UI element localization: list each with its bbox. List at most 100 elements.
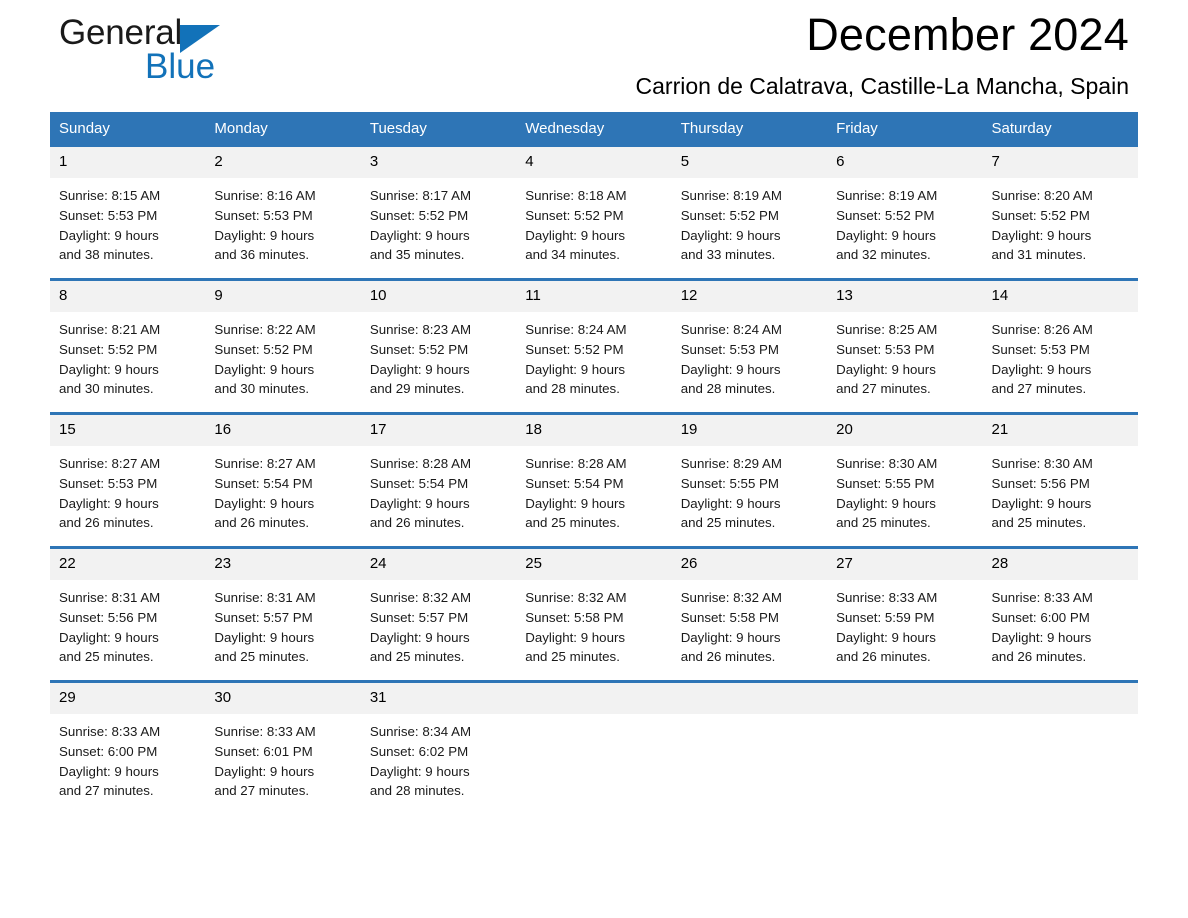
day-details: Sunrise: 8:24 AM Sunset: 5:53 PM Daylight:… (672, 312, 827, 399)
daylight-text-line1: Daylight: 9 hours (369, 629, 470, 645)
day-number: 8 (50, 281, 206, 312)
daylight-text-line1: Daylight: 9 hours (991, 227, 1092, 243)
day-cell[interactable]: 3 Sunrise: 8:17 AM Sunset: 5:52 PM Daylight… (360, 147, 517, 280)
day-cell[interactable]: 1 Sunrise: 8:15 AM Sunset: 5:53 PM Daylight… (50, 147, 206, 280)
day-cell[interactable]: 4 Sunrise: 8:18 AM Sunset: 5:52 PM Daylight… (516, 147, 672, 280)
day-cell[interactable]: 24 Sunrise: 8:32 AM Sunset: 5:57 PM Dayligh… (360, 546, 517, 682)
day-number: 29 (50, 683, 206, 714)
sunset-text: Sunset: 5:52 PM (369, 207, 469, 223)
day-details: Sunrise: 8:33 AM Sunset: 6:00 PM Daylight:… (50, 714, 205, 801)
day-number: 3 (360, 147, 517, 178)
weekday-header-wednesday: Wednesday (516, 112, 672, 147)
day-details: Sunrise: 8:20 AM Sunset: 5:52 PM Daylight:… (983, 178, 1138, 265)
day-number: 12 (671, 281, 828, 312)
daylight-text-line1: Daylight: 9 hours (991, 629, 1092, 645)
sunset-text: Sunset: 5:58 PM (525, 609, 624, 625)
daylight-text-line1: Daylight: 9 hours (680, 629, 781, 645)
day-cell[interactable]: 17 Sunrise: 8:28 AM Sunset: 5:54 PM Dayligh… (360, 412, 517, 548)
day-cell[interactable]: 11 Sunrise: 8:24 AM Sunset: 5:52 PM Dayligh… (516, 278, 672, 414)
weekday-header-monday: Monday (205, 112, 361, 147)
daylight-text-line2: and 31 minutes. (991, 247, 1087, 263)
day-number (516, 683, 672, 714)
day-cell[interactable]: 2 Sunrise: 8:16 AM Sunset: 5:53 PM Daylight… (205, 147, 361, 280)
sunset-text: Sunset: 5:52 PM (991, 207, 1090, 223)
daylight-text-line2: and 26 minutes. (991, 649, 1087, 665)
daylight-text-line1: Daylight: 9 hours (991, 361, 1092, 377)
day-cell[interactable]: 28 Sunrise: 8:33 AM Sunset: 6:00 PM Dayligh… (982, 546, 1138, 682)
day-cell[interactable]: 5 Sunrise: 8:19 AM Sunset: 5:52 PM Daylight… (671, 147, 828, 280)
day-cell[interactable]: 22 Sunrise: 8:31 AM Sunset: 5:56 PM Dayligh… (50, 546, 206, 682)
day-cell[interactable]: 31 Sunrise: 8:34 AM Sunset: 6:02 PM Dayligh… (360, 680, 517, 814)
day-number: 14 (982, 281, 1138, 312)
day-details: Sunrise: 8:33 AM Sunset: 6:01 PM Daylight:… (205, 714, 360, 801)
day-details: Sunrise: 8:33 AM Sunset: 6:00 PM Daylight:… (983, 580, 1138, 667)
day-cell[interactable]: 8 Sunrise: 8:21 AM Sunset: 5:52 PM Daylight… (50, 278, 206, 414)
day-cell-empty (982, 680, 1138, 814)
weekday-header-sunday: Sunday (50, 112, 206, 147)
day-cell[interactable]: 6 Sunrise: 8:19 AM Sunset: 5:52 PM Daylight… (827, 147, 983, 280)
day-cell[interactable]: 9 Sunrise: 8:22 AM Sunset: 5:52 PM Daylight… (205, 278, 361, 414)
sunrise-text: Sunrise: 8:31 AM (214, 590, 316, 605)
daylight-text-line2: and 28 minutes. (680, 381, 776, 397)
day-cell[interactable]: 7 Sunrise: 8:20 AM Sunset: 5:52 PM Daylight… (982, 147, 1138, 280)
sunset-text: Sunset: 5:52 PM (525, 207, 624, 223)
day-cell[interactable]: 16 Sunrise: 8:27 AM Sunset: 5:54 PM Dayligh… (205, 412, 361, 548)
day-cell[interactable]: 10 Sunrise: 8:23 AM Sunset: 5:52 PM Dayligh… (360, 278, 517, 414)
page-title: December 2024 (806, 9, 1129, 60)
sunrise-text: Sunrise: 8:34 AM (369, 724, 472, 739)
sunrise-text: Sunrise: 8:19 AM (836, 188, 938, 203)
day-cell[interactable]: 21 Sunrise: 8:30 AM Sunset: 5:56 PM Dayligh… (982, 412, 1138, 548)
daylight-text-line2: and 30 minutes. (214, 381, 310, 397)
daylight-text-line2: and 26 minutes. (836, 649, 931, 665)
day-details: Sunrise: 8:33 AM Sunset: 5:59 PM Daylight:… (827, 580, 982, 667)
title-block: December 2024 Carrion de Calatrava, Cast… (636, 6, 1129, 102)
sunset-text: Sunset: 5:52 PM (525, 341, 624, 357)
sunrise-text: Sunrise: 8:33 AM (836, 590, 938, 605)
day-cell[interactable]: 12 Sunrise: 8:24 AM Sunset: 5:53 PM Dayligh… (671, 278, 828, 414)
daylight-text-line2: and 27 minutes. (214, 783, 310, 799)
triangle-icon (180, 25, 221, 53)
daylight-text-line1: Daylight: 9 hours (59, 763, 159, 779)
day-cell[interactable]: 26 Sunrise: 8:32 AM Sunset: 5:58 PM Dayligh… (671, 546, 828, 682)
day-cell[interactable]: 14 Sunrise: 8:26 AM Sunset: 5:53 PM Dayligh… (982, 278, 1138, 414)
day-cell[interactable]: 30 Sunrise: 8:33 AM Sunset: 6:01 PM Dayligh… (205, 680, 361, 814)
day-cell[interactable]: 13 Sunrise: 8:25 AM Sunset: 5:53 PM Dayligh… (827, 278, 983, 414)
sunset-text: Sunset: 5:55 PM (836, 475, 935, 491)
day-number: 13 (827, 281, 983, 312)
day-cell[interactable]: 29 Sunrise: 8:33 AM Sunset: 6:00 PM Dayligh… (50, 680, 206, 814)
day-cell[interactable]: 25 Sunrise: 8:32 AM Sunset: 5:58 PM Dayligh… (516, 546, 672, 682)
sunset-text: Sunset: 5:53 PM (214, 207, 313, 223)
day-cell[interactable]: 18 Sunrise: 8:28 AM Sunset: 5:54 PM Dayligh… (516, 412, 672, 548)
logo-top-row: General (59, 12, 359, 54)
daylight-text-line1: Daylight: 9 hours (836, 227, 936, 243)
day-details: Sunrise: 8:29 AM Sunset: 5:55 PM Daylight:… (672, 446, 827, 533)
day-cell[interactable]: 23 Sunrise: 8:31 AM Sunset: 5:57 PM Dayligh… (205, 546, 361, 682)
day-number: 9 (205, 281, 361, 312)
page-subtitle: Carrion de Calatrava, Castille-La Mancha… (635, 73, 1129, 99)
sunset-text: Sunset: 6:02 PM (369, 743, 469, 759)
day-cell[interactable]: 19 Sunrise: 8:29 AM Sunset: 5:55 PM Dayligh… (671, 412, 828, 548)
day-details: Sunrise: 8:24 AM Sunset: 5:52 PM Daylight:… (516, 312, 671, 399)
day-cell[interactable]: 15 Sunrise: 8:27 AM Sunset: 5:53 PM Dayligh… (50, 412, 206, 548)
day-details: Sunrise: 8:31 AM Sunset: 5:57 PM Daylight:… (205, 580, 360, 667)
daylight-text-line2: and 27 minutes. (59, 783, 154, 799)
daylight-text-line1: Daylight: 9 hours (525, 361, 626, 377)
sunset-text: Sunset: 5:52 PM (369, 341, 469, 357)
day-cell[interactable]: 20 Sunrise: 8:30 AM Sunset: 5:55 PM Dayligh… (827, 412, 983, 548)
sunrise-text: Sunrise: 8:24 AM (680, 322, 782, 337)
sunset-text: Sunset: 6:01 PM (214, 743, 313, 759)
day-number: 20 (827, 415, 983, 446)
day-number (671, 683, 828, 714)
sunrise-text: Sunrise: 8:16 AM (214, 188, 316, 203)
daylight-text-line2: and 25 minutes. (59, 649, 154, 665)
sunrise-text: Sunrise: 8:32 AM (369, 590, 472, 605)
daylight-text-line1: Daylight: 9 hours (59, 361, 159, 377)
sunrise-text: Sunrise: 8:26 AM (991, 322, 1093, 337)
day-details: Sunrise: 8:28 AM Sunset: 5:54 PM Daylight:… (516, 446, 671, 533)
day-cell[interactable]: 27 Sunrise: 8:33 AM Sunset: 5:59 PM Dayligh… (827, 546, 983, 682)
sunset-text: Sunset: 5:53 PM (991, 341, 1090, 357)
sunrise-text: Sunrise: 8:32 AM (680, 590, 782, 605)
daylight-text-line1: Daylight: 9 hours (214, 361, 315, 377)
day-details: Sunrise: 8:23 AM Sunset: 5:52 PM Daylight:… (361, 312, 516, 399)
sunrise-text: Sunrise: 8:29 AM (680, 456, 782, 471)
